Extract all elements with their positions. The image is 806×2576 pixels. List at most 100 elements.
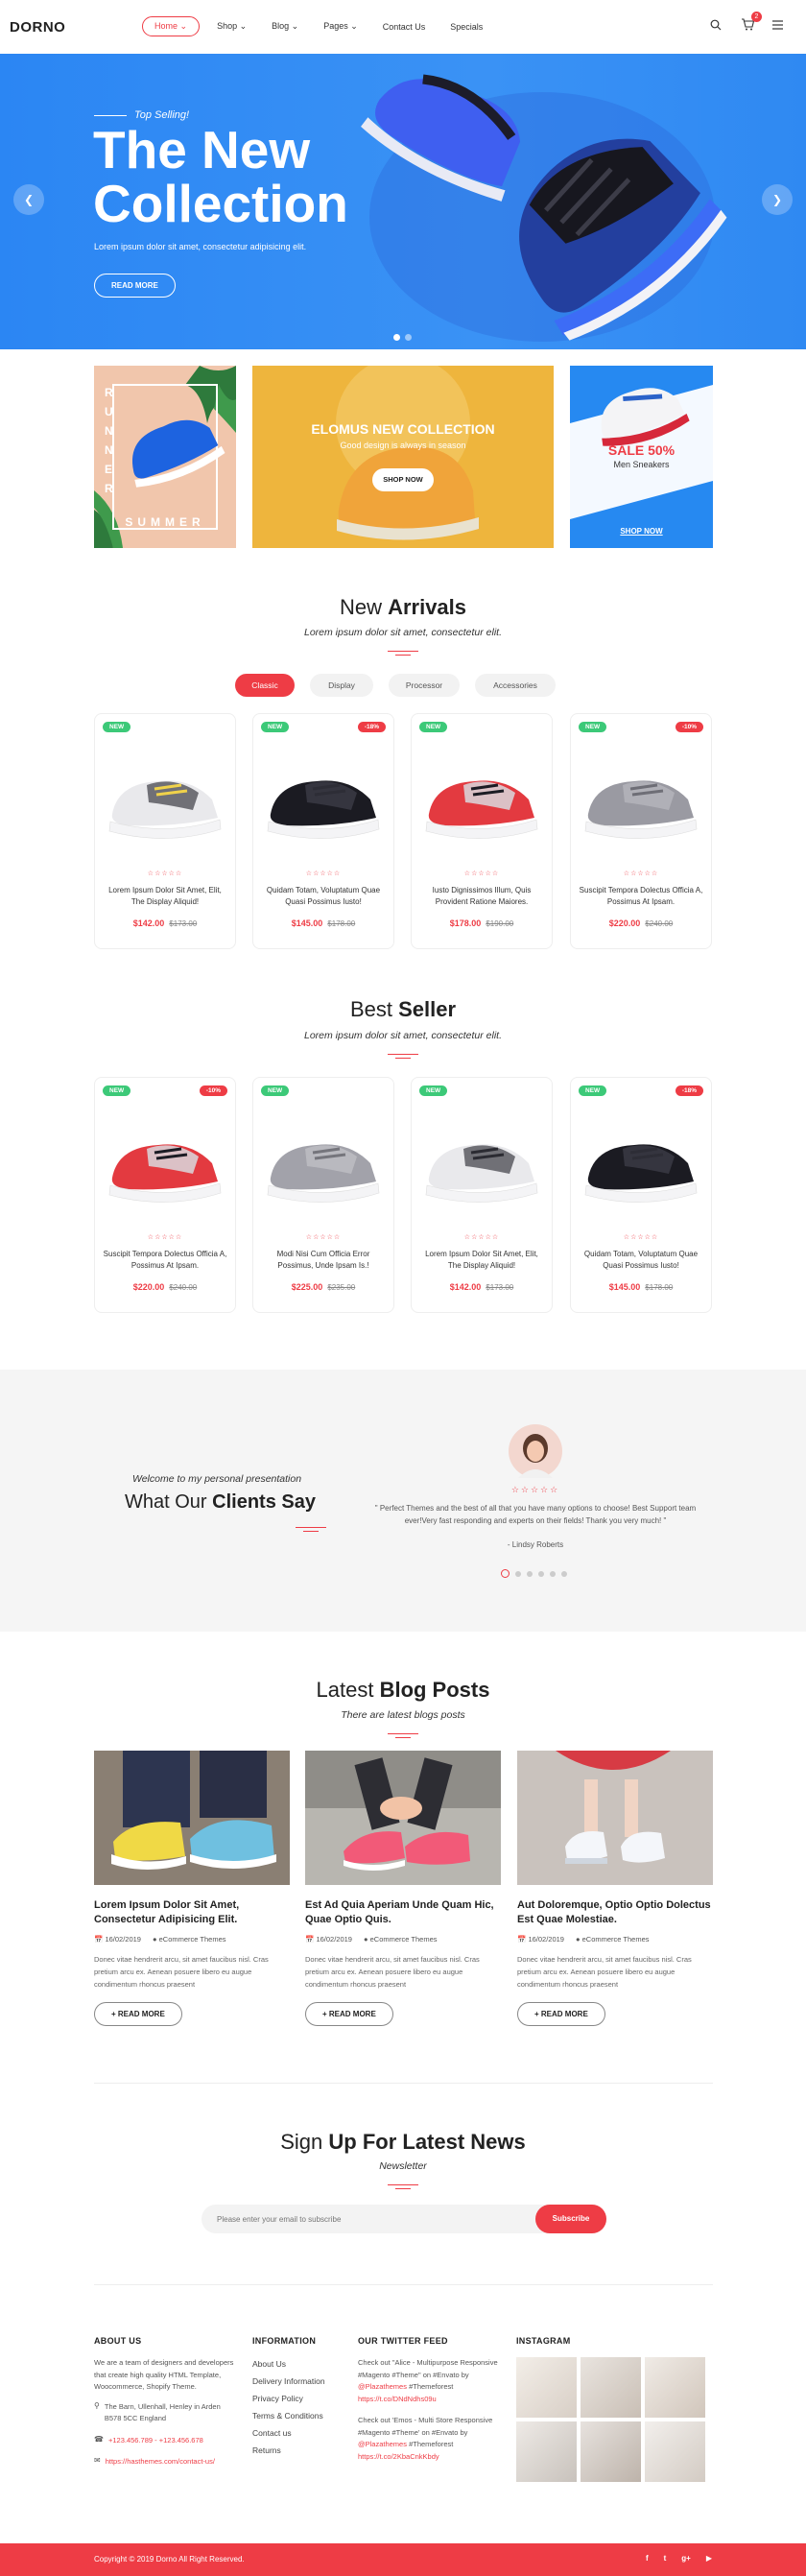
hero-next-arrow[interactable]: ❯ [762,184,793,215]
footer-link-about[interactable]: About Us [252,2355,348,2373]
blog-title-link[interactable]: Lorem Ipsum Dolor Sit Amet, Consectetur … [94,1898,290,1927]
blog-date-text: 16/02/2019 [528,1935,564,1944]
product-name[interactable]: Iusto Dignissimos Illum, Quis Provident … [419,885,544,908]
tweet-2-link[interactable]: https://t.co/2KbaCnkKbdy [358,2452,439,2461]
product-card[interactable]: NEW -18% ☆☆☆☆☆ Quidam Totam, Voluptatum Qua… [252,713,394,949]
sale-shop-now-link[interactable]: SHOP NOW [570,527,713,536]
hero-dot-1[interactable] [393,334,400,341]
testimonial-author: - Lindsy Roberts [507,1540,564,1549]
product-card[interactable]: NEW ☆☆☆☆☆ Lorem Ipsum Dolor Sit Amet, Elit… [411,1077,553,1313]
youtube-icon[interactable]: ▶ [706,2554,712,2563]
blog-image[interactable] [517,1751,713,1885]
hero-dot-2[interactable] [405,334,412,341]
product-image[interactable] [257,1110,390,1216]
nav-home[interactable]: Home ⌄ [142,16,201,36]
instagram-photo[interactable] [516,2357,577,2418]
tweet-2-handle[interactable]: @Plazathemes [358,2440,407,2448]
product-card[interactable]: NEW -10% ☆☆☆☆☆ Suscipit Tempora Dolectus Of… [94,1077,236,1313]
product-image[interactable] [415,747,548,852]
blog-read-more-button[interactable]: + READ MORE [94,2002,182,2026]
tab-accessories[interactable]: Accessories [475,674,556,697]
nav-pages[interactable]: Pages ⌄ [323,21,358,32]
blog-read-more-button[interactable]: + READ MORE [305,2002,393,2026]
product-tabs: Classic Display Processor Accessories [235,674,556,697]
testimonial-dot-3[interactable] [527,1570,533,1577]
blog-image[interactable] [305,1751,501,1885]
product-image[interactable] [415,1110,548,1216]
tweet-1-link[interactable]: https://t.co/DNdNdhs09u [358,2395,437,2403]
banner-new-collection[interactable]: ELOMUS NEW COLLECTION Good design is alw… [252,366,554,548]
client-avatar [509,1424,562,1478]
footer-link-terms[interactable]: Terms & Conditions [252,2407,348,2424]
footer-link-delivery[interactable]: Delivery Information [252,2373,348,2390]
product-card[interactable]: NEW ☆☆☆☆☆ Lorem Ipsum Dolor Sit Amet, Elit… [94,713,236,949]
newsletter-email-input[interactable] [217,2205,505,2233]
tab-display[interactable]: Display [310,674,373,697]
product-image[interactable] [99,1110,231,1216]
twitter-icon[interactable]: t [664,2554,667,2563]
tab-classic[interactable]: Classic [235,674,295,697]
testimonial-dot-5[interactable] [550,1570,556,1577]
tab-processor[interactable]: Processor [389,674,460,697]
footer-url[interactable]: https://hasthemes.com/contact-us/ [106,2456,215,2469]
footer-phone[interactable]: +123.456.789 - +123.456.678 [108,2435,203,2447]
product-image[interactable] [257,747,390,852]
hero-prev-arrow[interactable]: ❮ [13,184,44,215]
facebook-icon[interactable]: f [646,2554,649,2563]
banner-sale[interactable]: SALE 50% Men Sneakers SHOP NOW [570,366,713,548]
subscribe-button[interactable]: Subscribe [535,2205,606,2233]
instagram-photo[interactable] [645,2357,705,2418]
banner-runner[interactable]: RUNNER SUMMER [94,366,236,548]
hero-read-more-button[interactable]: READ MORE [94,274,176,298]
instagram-photo[interactable] [581,2357,641,2418]
old-price: $240.00 [645,919,674,928]
summer-text: SUMMER [125,515,205,529]
blog-title-link[interactable]: Est Ad Quia Aperiam Unde Quam Hic, Quae … [305,1898,501,1927]
product-name[interactable]: Lorem Ipsum Dolor Sit Amet, Elit, The Di… [103,885,227,908]
product-name[interactable]: Quidam Totam, Voluptatum Quae Quasi Poss… [261,885,386,908]
instagram-photo[interactable] [645,2421,705,2482]
product-name[interactable]: Lorem Ipsum Dolor Sit Amet, Elit, The Di… [419,1249,544,1272]
product-name[interactable]: Suscipit Tempora Dolectus Officia A, Pos… [579,885,703,908]
instagram-photo[interactable] [516,2421,577,2482]
nav-blog[interactable]: Blog ⌄ [272,21,298,32]
footer-phone-row: ☎ +123.456.789 - +123.456.678 [94,2435,238,2447]
cart-icon[interactable]: 2 [741,12,762,32]
tweet-1-handle[interactable]: @Plazathemes [358,2382,407,2391]
product-name[interactable]: Modi Nisi Cum Officia Error Possimus, Un… [261,1249,386,1272]
product-image[interactable] [99,747,231,852]
blog-author[interactable]: ● eCommerce Themes [576,1935,650,1944]
header-icons: 2 [710,12,785,32]
product-card[interactable]: NEW -10% ☆☆☆☆☆ Suscipit Tempora Dolectus Of… [570,713,712,949]
product-name[interactable]: Quidam Totam, Voluptatum Quae Quasi Poss… [579,1249,703,1272]
product-card[interactable]: NEW ☆☆☆☆☆ Modi Nisi Cum Officia Error Poss… [252,1077,394,1313]
nav-shop[interactable]: Shop ⌄ [217,21,247,32]
product-card[interactable]: NEW -18% ☆☆☆☆☆ Quidam Totam, Voluptatum Qua… [570,1077,712,1313]
product-card[interactable]: NEW ☆☆☆☆☆ Iusto Dignissimos Illum, Quis Pr… [411,713,553,949]
menu-icon[interactable] [771,18,785,32]
blog-title-link[interactable]: Aut Doloremque, Optio Optio Dolectus Est… [517,1898,713,1927]
blog-image[interactable] [94,1751,290,1885]
product-price: $142.00 $173.00 [95,918,235,928]
blog-date: 📅 16/02/2019 [94,1935,141,1944]
footer-link-contact[interactable]: Contact us [252,2424,348,2442]
testimonial-dot-6[interactable] [561,1570,567,1577]
blog-read-more-button[interactable]: + READ MORE [517,2002,605,2026]
nav-contact[interactable]: Contact Us [383,22,426,32]
testimonial-dot-4[interactable] [538,1570,544,1577]
testimonial-dot-1[interactable] [501,1569,510,1578]
footer-link-privacy[interactable]: Privacy Policy [252,2390,348,2407]
nav-specials[interactable]: Specials [450,22,483,32]
blog-author[interactable]: ● eCommerce Themes [364,1935,438,1944]
testimonial-dot-2[interactable] [515,1570,521,1577]
logo[interactable]: DORNO [10,19,65,36]
product-image[interactable] [575,1110,707,1216]
product-name[interactable]: Suscipit Tempora Dolectus Officia A, Pos… [103,1249,227,1272]
product-image[interactable] [575,747,707,852]
google-plus-icon[interactable]: g+ [681,2554,691,2563]
footer-link-returns[interactable]: Returns [252,2442,348,2459]
search-icon[interactable] [710,18,723,32]
blog-author[interactable]: ● eCommerce Themes [153,1935,226,1944]
instagram-photo[interactable] [581,2421,641,2482]
collection-shop-now-button[interactable]: SHOP NOW [372,468,434,491]
